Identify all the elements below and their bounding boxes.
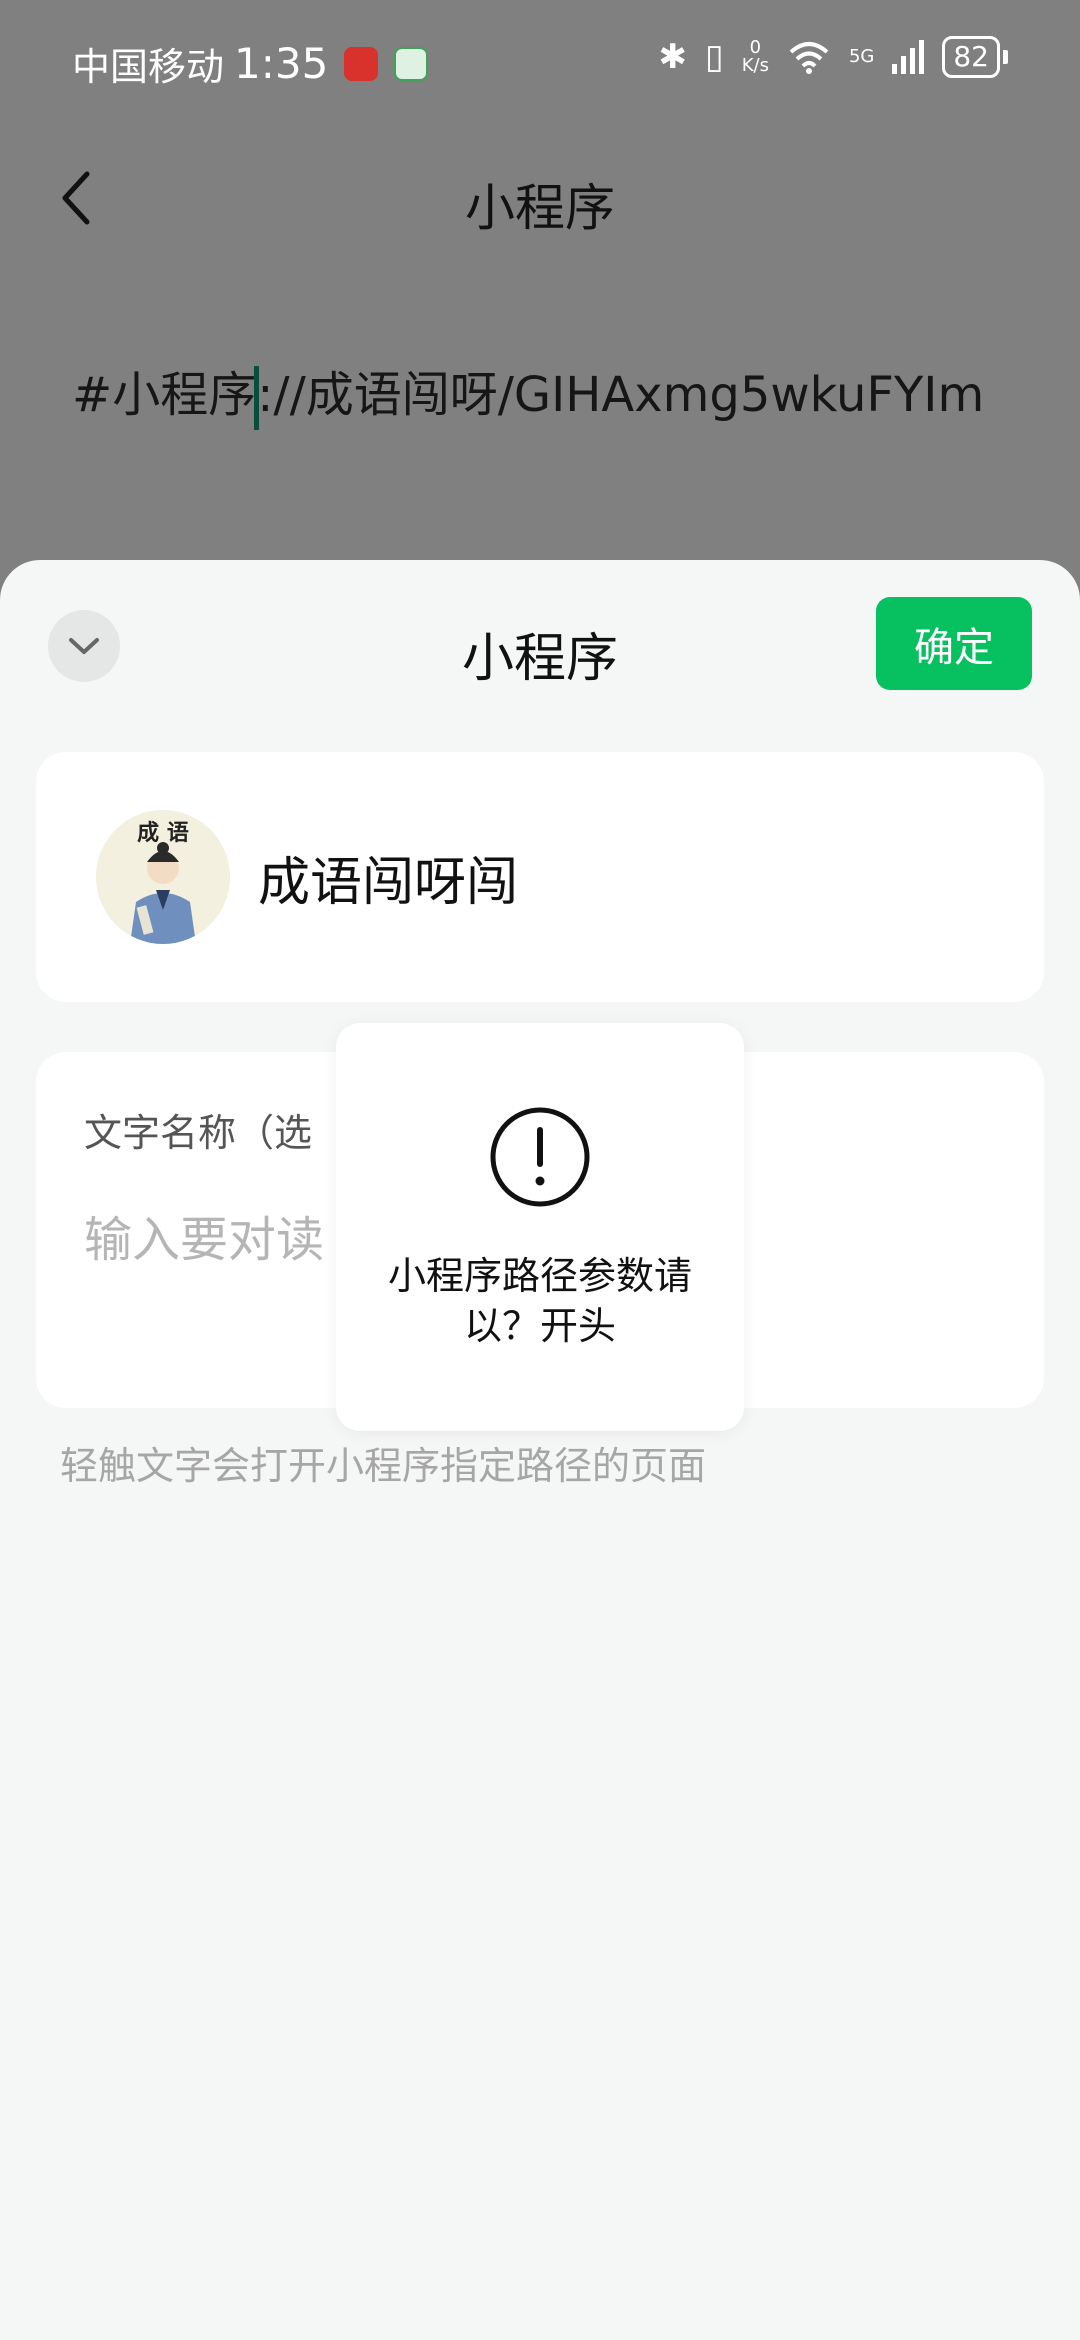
exclamation-icon <box>490 1107 590 1207</box>
battery-indicator: 82 <box>942 36 1008 78</box>
editor-content[interactable]: #小程序://成语闯呀/GIHAxmg5wkuFYIm <box>72 355 984 430</box>
content-text-after: ://成语闯呀/GIHAxmg5wkuFYIm <box>257 367 985 423</box>
app-avatar: 成 语 <box>96 810 230 944</box>
toast-message: 小程序路径参数请以？开头 <box>387 1254 692 1348</box>
hint-text: 轻触文字会打开小程序指定路径的页面 <box>60 1444 707 1488</box>
error-toast: 小程序路径参数请以？开头 <box>336 1023 744 1431</box>
app-name: 成语闯呀闯 <box>258 853 519 913</box>
wifi-icon <box>789 42 829 74</box>
battery-level: 82 <box>942 36 1000 78</box>
page-title: 小程序 <box>465 179 615 237</box>
signal-icon <box>892 40 925 74</box>
carrier-label: 中国移动 <box>72 45 225 89</box>
network-type: 5G <box>848 46 875 67</box>
net-speed: 0 K/s <box>742 39 769 75</box>
field-label: 文字名称（选 <box>84 1111 313 1155</box>
net-speed-unit: K/s <box>741 55 769 76</box>
background-page: 中国移动 1:35 ✱ ▯ 0 K/s 5G 82 小程序 #小程序://成语闯… <box>0 0 1080 600</box>
clock: 1:35 <box>234 39 329 88</box>
bluetooth-icon: ✱ <box>658 37 687 77</box>
bank-app-icon <box>394 46 429 81</box>
vibrate-icon: ▯ <box>704 37 724 77</box>
confirm-button[interactable]: 确定 <box>876 597 1032 690</box>
battery-tip <box>1003 50 1008 64</box>
selected-app-card[interactable]: 成 语 成语闯呀闯 <box>36 752 1044 1002</box>
mini-program-sheet: 小程序 确定 成 语 成语闯呀闯 文字名称（选 轻触文字会打开小程序指定路径的页… <box>0 560 1080 2340</box>
status-bar: 中国移动 1:35 ✱ ▯ 0 K/s 5G 82 <box>0 0 1080 122</box>
content-text-before: #小程序 <box>72 367 257 423</box>
shopping-app-icon <box>344 46 379 81</box>
